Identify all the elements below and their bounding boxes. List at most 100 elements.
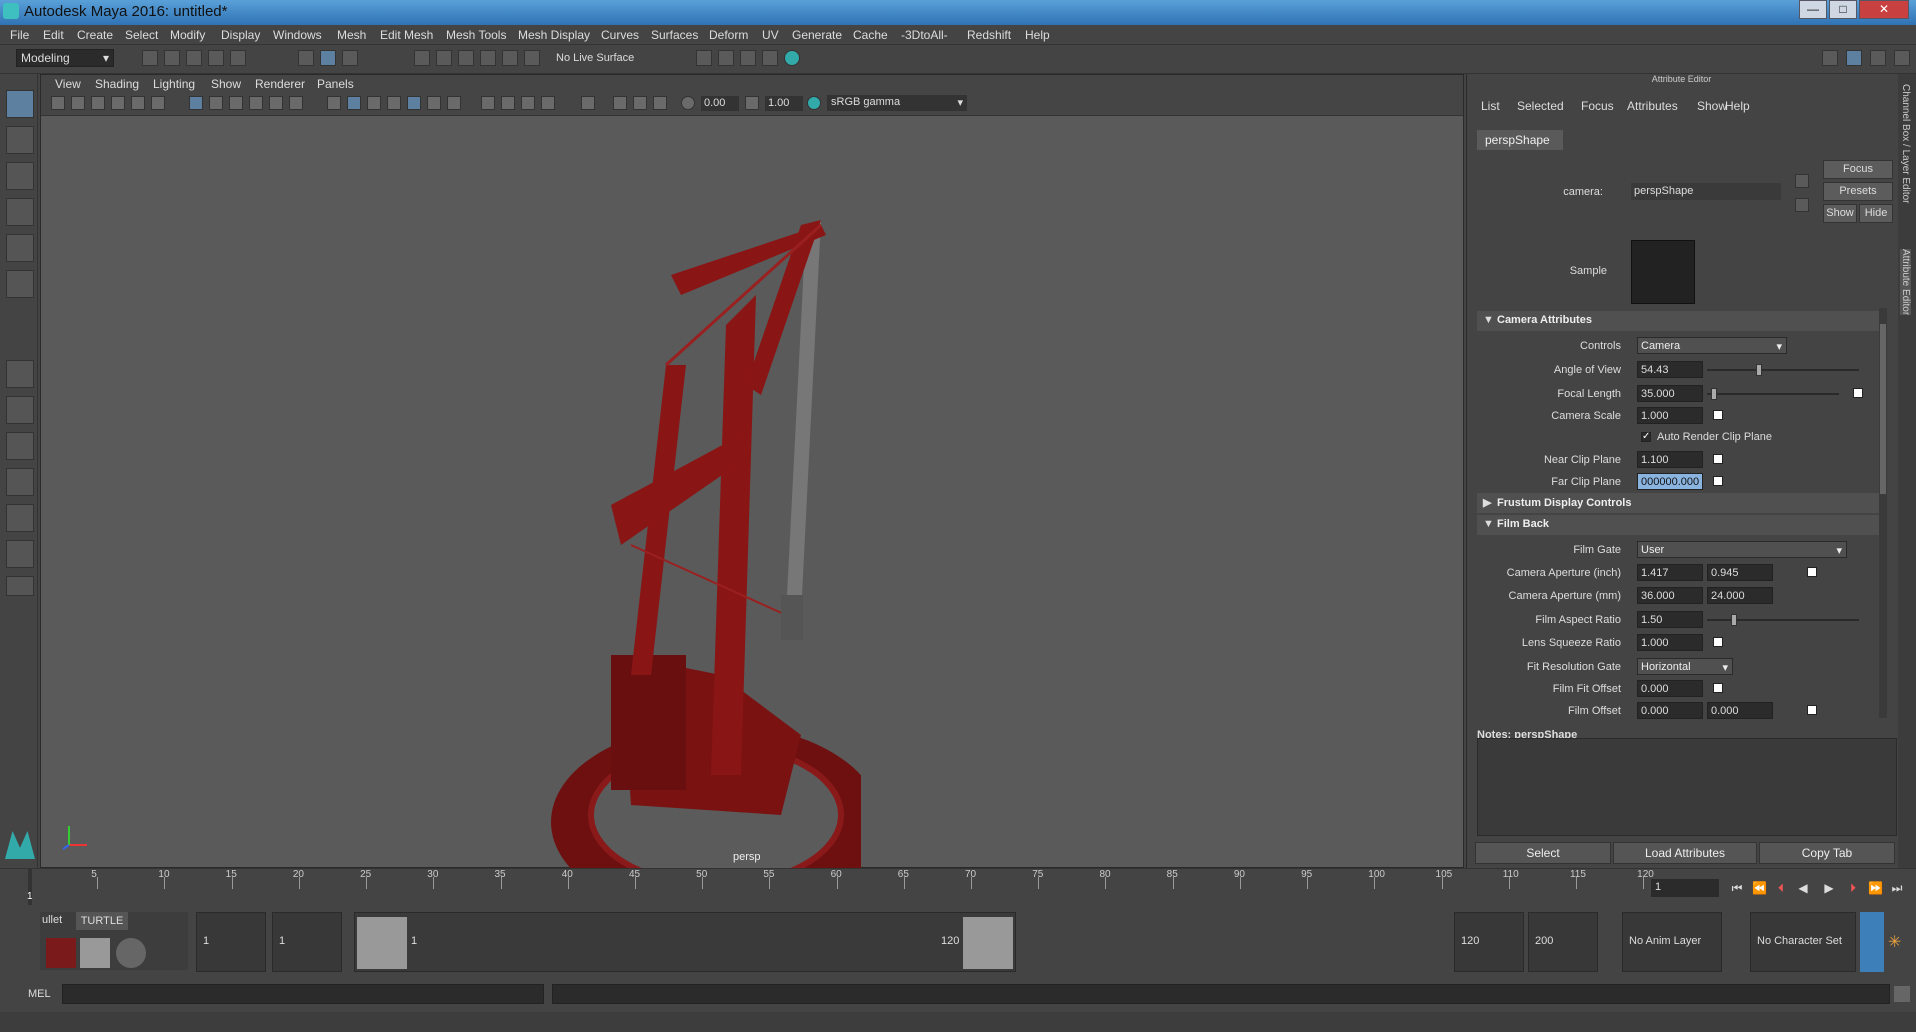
step-forward-frame-icon[interactable]: ⏩ — [1868, 881, 1883, 895]
vp-menu-view[interactable]: View — [55, 77, 81, 91]
make-live-icon[interactable] — [524, 50, 540, 66]
turtle-render-icon[interactable] — [46, 938, 76, 968]
channel-box-tab[interactable]: Channel Box / Layer Editor — [1900, 84, 1911, 204]
hypershade-layout-icon[interactable] — [6, 504, 34, 532]
angle-of-view-slider[interactable] — [1707, 369, 1859, 371]
toggle-tool-settings-icon[interactable] — [1870, 50, 1886, 66]
focal-length-slider[interactable] — [1707, 393, 1839, 395]
new-scene-icon[interactable] — [142, 50, 158, 66]
menu-deform[interactable]: Deform — [709, 28, 748, 42]
far-clip-field[interactable]: 000000.000 — [1637, 473, 1703, 490]
playback-start-field[interactable]: 1 — [272, 912, 342, 972]
script-language-label[interactable]: MEL — [28, 988, 51, 1000]
vp-menu-renderer[interactable]: Renderer — [255, 77, 305, 91]
step-back-frame-icon[interactable]: ⏪ — [1752, 881, 1767, 895]
vp-menu-shading[interactable]: Shading — [95, 77, 139, 91]
viewport-panel[interactable]: View Shading Lighting Show Renderer Pane… — [5, 74, 1464, 915]
persp-outliner-layout-icon[interactable] — [6, 432, 34, 460]
crane-3d-model[interactable] — [541, 215, 861, 915]
gamma-field[interactable]: 1.00 — [765, 96, 803, 111]
film-offset-y-field[interactable]: 0.000 — [1707, 702, 1773, 719]
camera-attributes-icon[interactable] — [71, 96, 85, 110]
snap-curve-icon[interactable] — [436, 50, 452, 66]
smooth-shade-icon[interactable] — [347, 96, 361, 110]
anti-aliasing-icon[interactable] — [521, 96, 535, 110]
ambient-occlusion-icon[interactable] — [481, 96, 495, 110]
map-button-icon[interactable] — [1853, 388, 1863, 398]
anim-layer-dropdown[interactable]: No Anim Layer — [1622, 912, 1722, 972]
menu-help[interactable]: Help — [1025, 28, 1050, 42]
xray-active-components-icon[interactable] — [633, 96, 647, 110]
lasso-tool-icon[interactable] — [6, 126, 34, 154]
camera-scale-field[interactable]: 1.000 — [1637, 407, 1703, 424]
more-layouts-icon[interactable] — [6, 576, 34, 596]
step-back-key-icon[interactable]: ⏴ — [1774, 881, 1788, 895]
vp-menu-lighting[interactable]: Lighting — [153, 77, 195, 91]
four-view-layout-icon[interactable] — [6, 396, 34, 424]
shelf-tab-bullet[interactable]: ullet — [42, 914, 62, 926]
depth-of-field-icon[interactable] — [541, 96, 555, 110]
current-frame-field[interactable]: 1 — [1651, 879, 1719, 897]
menu-generate[interactable]: Generate — [792, 28, 842, 42]
range-end-handle[interactable] — [963, 917, 1013, 969]
menu-surfaces[interactable]: Surfaces — [651, 28, 698, 42]
default-material-icon[interactable] — [367, 96, 381, 110]
grid-icon[interactable] — [189, 96, 203, 110]
render-settings-icon[interactable] — [696, 50, 712, 66]
ipr-render-icon[interactable] — [762, 50, 778, 66]
hypershade-icon[interactable] — [784, 50, 800, 66]
rotate-tool-icon[interactable] — [6, 234, 34, 262]
snap-point-icon[interactable] — [458, 50, 474, 66]
select-component-icon[interactable] — [342, 50, 358, 66]
auto-render-clip-checkbox[interactable]: ✓ — [1641, 432, 1651, 442]
color-management-icon[interactable] — [807, 96, 821, 110]
script-editor-icon[interactable] — [1894, 986, 1910, 1002]
ae-menu-attributes[interactable]: Attributes — [1627, 99, 1678, 113]
resolution-gate-icon[interactable] — [229, 96, 243, 110]
menu-mesh-display[interactable]: Mesh Display — [518, 28, 590, 42]
textured-icon[interactable] — [407, 96, 421, 110]
map-button-icon[interactable] — [1713, 410, 1723, 420]
play-backwards-icon[interactable]: ◀ — [1796, 881, 1810, 895]
turtle-sphere-icon[interactable] — [116, 938, 146, 968]
film-offset-x-field[interactable]: 0.000 — [1637, 702, 1703, 719]
time-slider[interactable]: 1 5 10 15 20 25 30 35 40 45 50 55 60 65 70 75 80 85 90 95 1… — [0, 868, 1916, 914]
xray-icon[interactable] — [613, 96, 627, 110]
auto-key-icon[interactable] — [1860, 912, 1884, 972]
controls-dropdown[interactable]: Camera ▾ — [1637, 337, 1787, 354]
aperture-inch-y-field[interactable]: 0.945 — [1707, 564, 1773, 581]
go-to-start-icon[interactable]: ⏮ — [1730, 881, 1744, 895]
film-gate-icon[interactable] — [209, 96, 223, 110]
single-perspective-layout-icon[interactable] — [6, 360, 34, 388]
ae-menu-selected[interactable]: Selected — [1517, 99, 1564, 113]
map-button-icon[interactable] — [1807, 705, 1817, 715]
select-hierarchy-icon[interactable] — [298, 50, 314, 66]
camera-attributes-section[interactable]: ▼ Camera Attributes — [1477, 311, 1887, 331]
field-chart-icon[interactable] — [269, 96, 283, 110]
film-aspect-slider[interactable] — [1707, 619, 1859, 621]
2d-pan-zoom-icon[interactable] — [131, 96, 145, 110]
motion-blur-icon[interactable] — [501, 96, 515, 110]
animation-preferences-icon[interactable]: ✳ — [1888, 932, 1908, 952]
map-button-icon[interactable] — [1713, 476, 1723, 486]
film-fit-offset-field[interactable]: 0.000 — [1637, 680, 1703, 697]
toggle-channel-box-icon[interactable] — [1894, 50, 1910, 66]
move-tool-icon[interactable] — [6, 198, 34, 226]
open-scene-icon[interactable] — [164, 50, 180, 66]
ae-menu-list[interactable]: List — [1481, 99, 1500, 113]
copy-tab-button[interactable]: Copy Tab — [1759, 842, 1895, 864]
menu-curves[interactable]: Curves — [601, 28, 639, 42]
menu-select[interactable]: Select — [125, 28, 158, 42]
menu-mesh[interactable]: Mesh — [337, 28, 366, 42]
exposure-icon[interactable] — [681, 96, 695, 110]
film-back-section[interactable]: ▼ Film Back — [1477, 515, 1887, 535]
lens-squeeze-field[interactable]: 1.000 — [1637, 634, 1703, 651]
aperture-mm-x-field[interactable]: 36.000 — [1637, 587, 1703, 604]
minimize-button[interactable]: — — [1799, 0, 1827, 19]
go-to-output-icon[interactable] — [1795, 198, 1809, 212]
mode-selector[interactable]: Modeling ▾ — [16, 49, 114, 67]
map-button-icon[interactable] — [1807, 567, 1817, 577]
hide-button[interactable]: Hide — [1859, 204, 1893, 223]
menu-windows[interactable]: Windows — [273, 28, 322, 42]
grease-pencil-icon[interactable] — [151, 96, 165, 110]
